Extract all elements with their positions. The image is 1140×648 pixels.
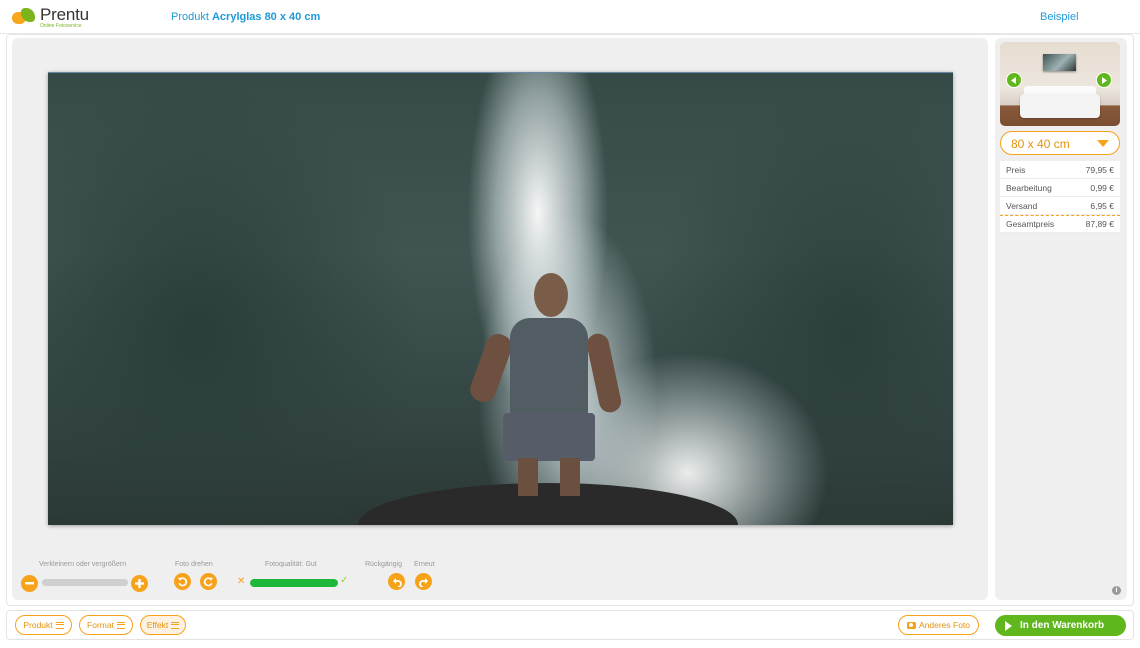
menu-icon xyxy=(116,621,125,629)
tab-label: Produkt xyxy=(23,620,53,630)
tab-format[interactable]: Format xyxy=(79,615,133,635)
tab-effekt[interactable]: Effekt xyxy=(140,615,186,635)
price-row: Bearbeitung 0,99 € xyxy=(1000,179,1120,197)
price-row: Versand 6,95 € xyxy=(1000,197,1120,215)
header: Prentu Online Fotoservice Produkt Acrylg… xyxy=(0,0,1140,34)
product-prefix: Produkt xyxy=(171,11,209,23)
play-icon xyxy=(1005,620,1012,631)
redo-label: Erneut xyxy=(414,561,435,568)
info-icon[interactable]: i xyxy=(1112,586,1121,595)
size-dropdown[interactable]: 80 x 40 cm xyxy=(1000,131,1120,155)
cart-label: In den Warenkorb xyxy=(1020,620,1105,631)
undo-icon xyxy=(392,577,402,587)
minus-icon xyxy=(25,582,34,585)
size-value: 80 x 40 cm xyxy=(1011,137,1070,151)
preview-prev-button[interactable] xyxy=(1006,72,1022,88)
chevron-down-icon xyxy=(1097,140,1109,147)
zoom-label: Verkleinern oder vergrößern xyxy=(39,561,127,568)
quality-good-icon: ✓ xyxy=(340,575,349,586)
tab-label: Format xyxy=(87,620,114,630)
price-value: 0,99 € xyxy=(1090,182,1114,193)
tab-produkt[interactable]: Produkt xyxy=(15,615,72,635)
logo-icon xyxy=(12,6,38,26)
arrow-left-icon xyxy=(1011,76,1016,84)
tab-label: Effekt xyxy=(146,620,169,630)
quality-bad-icon: ✕ xyxy=(237,576,246,587)
quality-fill xyxy=(250,579,338,587)
sofa-illustration xyxy=(1020,94,1100,118)
zoom-out-button[interactable] xyxy=(21,575,38,592)
price-value: 79,95 € xyxy=(1085,164,1114,175)
undo-button[interactable] xyxy=(388,573,405,590)
product-title: Produkt Acrylglas 80 x 40 cm xyxy=(171,11,320,23)
price-label: Versand xyxy=(1006,200,1038,211)
price-label: Bearbeitung xyxy=(1006,182,1052,193)
other-photo-button[interactable]: Anderes Foto xyxy=(898,615,979,635)
rotate-right-button[interactable] xyxy=(200,573,217,590)
rotate-left-icon xyxy=(177,577,188,587)
preview-photo xyxy=(1043,54,1076,71)
price-row-total: Gesamtpreis 87,89 € xyxy=(1000,215,1120,233)
rotate-left-button[interactable] xyxy=(174,573,191,590)
rotate-label: Foto drehen xyxy=(175,561,213,568)
redo-icon xyxy=(418,577,428,587)
undo-label: Rückgängig xyxy=(365,561,402,568)
camera-icon xyxy=(906,621,916,629)
example-link[interactable]: Beispiel xyxy=(1040,11,1079,23)
logo-name: Prentu xyxy=(40,5,89,24)
price-value: 87,89 € xyxy=(1085,219,1114,229)
price-value: 6,95 € xyxy=(1090,200,1114,211)
price-label: Gesamtpreis xyxy=(1006,219,1055,229)
redo-button[interactable] xyxy=(415,573,432,590)
logo-tagline: Online Fotoservice xyxy=(40,23,82,29)
plus-icon xyxy=(135,579,144,588)
other-photo-label: Anderes Foto xyxy=(918,620,971,630)
add-to-cart-button[interactable]: In den Warenkorb xyxy=(995,615,1126,636)
price-table: Preis 79,95 € Bearbeitung 0,99 € Versand… xyxy=(1000,161,1120,233)
product-name: Acrylglas 80 x 40 cm xyxy=(211,11,321,23)
quality-bar xyxy=(250,579,338,587)
zoom-in-button[interactable] xyxy=(131,575,148,592)
preview-next-button[interactable] xyxy=(1096,72,1112,88)
price-row: Preis 79,95 € xyxy=(1000,161,1120,179)
zoom-slider[interactable] xyxy=(42,579,128,586)
photo-preview[interactable] xyxy=(48,72,953,525)
arrow-right-icon xyxy=(1102,76,1107,84)
rotate-right-icon xyxy=(203,577,214,587)
prentu-logo[interactable]: Prentu Online Fotoservice xyxy=(12,6,89,30)
price-label: Preis xyxy=(1006,164,1026,175)
quality-label: Fotoqualität: Gut xyxy=(265,561,317,568)
menu-icon xyxy=(55,621,64,629)
menu-icon xyxy=(171,621,180,629)
